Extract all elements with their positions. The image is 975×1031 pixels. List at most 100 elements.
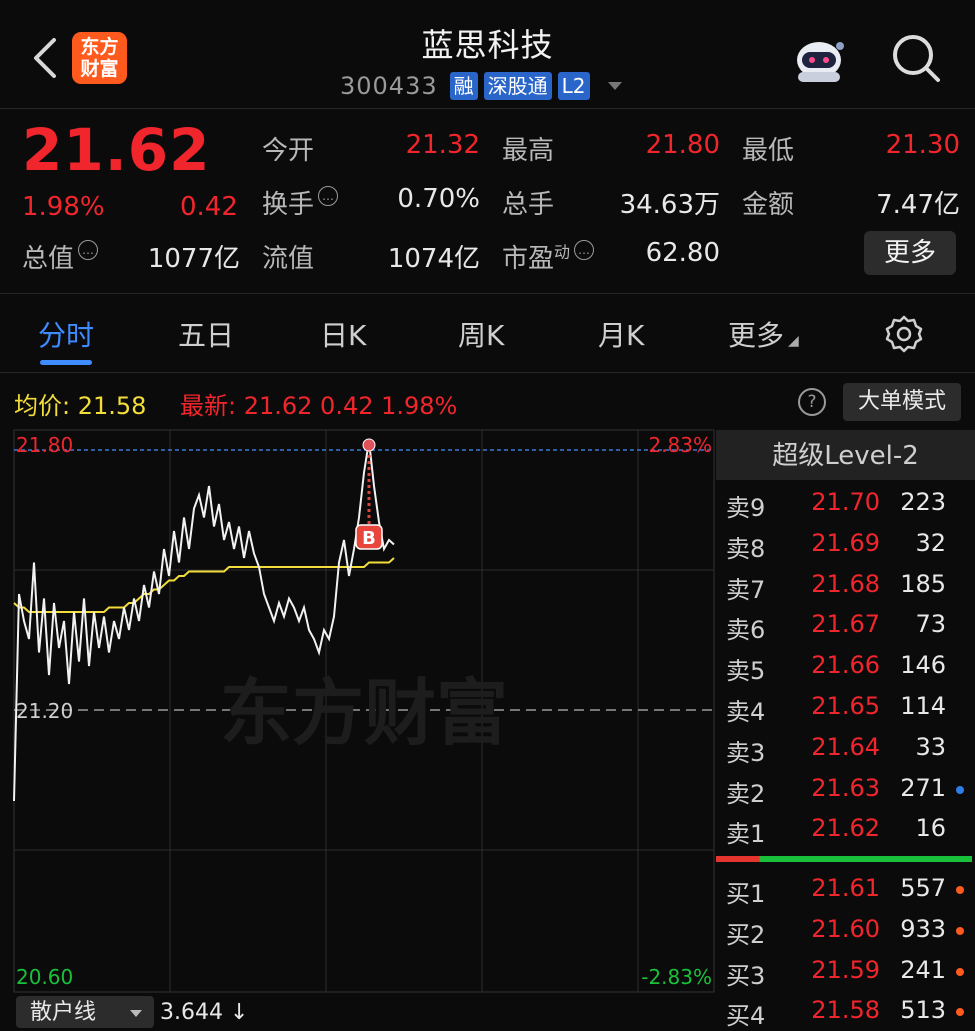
big-order-dot [956, 785, 964, 794]
turnover-label[interactable]: 换手… [262, 184, 339, 221]
ask-volume: 223 [900, 488, 946, 516]
ask-price: 21.62 [811, 814, 880, 843]
float-cap-label: 流值 [262, 244, 315, 274]
tab-monthly-k[interactable]: 月K [598, 314, 644, 354]
bid-level: 买4 [726, 1002, 766, 1031]
order-book-title[interactable]: 超级Level-2 [716, 430, 975, 480]
ask-row[interactable]: 卖6 21.67 73 [716, 604, 975, 644]
market-cap-label-text: 总值 [22, 244, 75, 274]
info-icon[interactable]: … [574, 240, 595, 260]
open-value: 21.32 [405, 130, 480, 160]
tag-stock-connect: 深股通 [483, 72, 552, 100]
amount-label: 金额 [742, 190, 795, 220]
tab-daily-k[interactable]: 日K [320, 314, 366, 354]
pe-value: 62.80 [645, 238, 720, 268]
ask-price: 21.68 [811, 569, 880, 598]
tab-weekly-k[interactable]: 周K [458, 314, 504, 354]
turnover-label-text: 换手 [262, 190, 315, 220]
buy-marker[interactable]: B [355, 524, 383, 550]
ask-level: 卖1 [726, 820, 766, 849]
low-label: 最低 [742, 136, 795, 166]
pct-label-top: 2.83% [648, 433, 712, 457]
ask-row[interactable]: 卖8 21.69 32 [716, 523, 975, 563]
ask-row[interactable]: 卖1 21.62 16 [716, 808, 975, 848]
buy-marker-label: B [362, 528, 376, 549]
big-order-dot [956, 967, 964, 976]
info-icon[interactable]: … [318, 186, 339, 206]
pe-label[interactable]: 市盈动… [502, 238, 595, 275]
chevron-down-icon[interactable] [130, 1010, 142, 1017]
help-icon[interactable]: ? [798, 388, 826, 416]
info-icon[interactable]: … [78, 240, 99, 260]
ask-level: 卖8 [726, 534, 766, 563]
ask-volume: 73 [915, 610, 946, 639]
tag-margin: 融 [449, 72, 478, 100]
bid-row[interactable]: 买3 21.59 241 [716, 950, 975, 990]
robot-assistant-icon[interactable] [790, 36, 848, 86]
change-amount: 0.42 [180, 192, 238, 222]
pct-label-bottom: -2.83% [641, 965, 712, 989]
watermark: 东方财富 [220, 671, 508, 755]
bid-row[interactable]: 买2 21.60 933 [716, 909, 975, 949]
ask-price: 21.70 [811, 488, 880, 516]
tab-more[interactable]: 更多 ◢ [728, 314, 799, 354]
ask-row[interactable]: 卖3 21.64 33 [716, 727, 975, 767]
ask-level: 卖9 [726, 494, 766, 522]
ask-volume: 114 [900, 692, 946, 720]
market-cap-label[interactable]: 总值… [22, 238, 99, 275]
ask-row[interactable]: 卖7 21.68 185 [716, 564, 975, 604]
ask-level: 卖3 [726, 738, 766, 767]
ask-volume: 271 [900, 773, 946, 802]
turnover-value: 0.70% [397, 184, 480, 214]
buy-sell-ratio-bar [716, 856, 972, 862]
last-price: 21.62 [22, 116, 211, 184]
pe-dynamic-sup: 动 [554, 242, 571, 262]
y-label-mid: 21.20 [16, 699, 73, 723]
big-order-dot [956, 1008, 964, 1017]
ask-price: 21.63 [811, 773, 880, 802]
float-cap-value: 1074亿 [387, 244, 480, 274]
bid-level: 买3 [726, 961, 766, 990]
bid-price: 21.60 [811, 914, 880, 943]
y-label-top: 21.80 [16, 433, 73, 457]
high-value: 21.80 [645, 130, 720, 160]
ask-row[interactable]: 卖5 21.66 146 [716, 645, 975, 685]
latest-price-text: 最新: 21.62 0.42 1.98% [180, 392, 458, 420]
tab-intraday[interactable]: 分时 [38, 314, 94, 354]
bid-price: 21.58 [811, 996, 880, 1025]
ask-volume: 33 [915, 732, 946, 761]
gear-icon[interactable] [884, 314, 924, 354]
bid-volume: 557 [900, 874, 946, 902]
ask-row[interactable]: 卖4 21.65 114 [716, 686, 975, 726]
stock-subtitle[interactable]: 300433 融 深股通 L2 [340, 70, 622, 102]
search-icon[interactable] [890, 32, 942, 84]
big-order-dot [956, 886, 964, 894]
chevron-down-icon[interactable] [607, 82, 622, 90]
ask-level: 卖7 [726, 575, 766, 604]
tab-five-day[interactable]: 五日 [178, 314, 234, 354]
ask-row[interactable]: 卖2 21.63 271 [716, 768, 975, 808]
bid-row[interactable]: 买1 21.61 557 [716, 868, 975, 908]
bid-price: 21.59 [811, 955, 880, 984]
ask-level: 卖5 [726, 657, 766, 686]
big-order-mode-button[interactable]: 大单模式 [843, 383, 961, 421]
average-price-text: 均价: 21.58 [14, 392, 147, 420]
tag-level2: L2 [557, 72, 590, 100]
ask-price: 21.67 [811, 610, 880, 639]
amount-value: 7.47亿 [876, 190, 960, 220]
intraday-chart[interactable]: 东方财富 21.80 2.83% 21.20 20.60 -2.83% B [0, 428, 716, 996]
y-label-bottom: 20.60 [16, 965, 73, 989]
tab-active-indicator [40, 360, 92, 365]
bid-row[interactable]: 买4 21.58 513 [716, 990, 975, 1030]
more-quote-button[interactable]: 更多 [864, 231, 956, 275]
bid-level: 买2 [726, 920, 766, 949]
ask-price: 21.64 [811, 732, 880, 761]
bid-volume: 241 [900, 955, 946, 984]
pe-label-text: 市盈 [502, 244, 555, 274]
bid-volume: 933 [900, 914, 946, 943]
high-label: 最高 [502, 136, 555, 166]
retail-line-value: 3.644 ↓ [160, 1000, 249, 1025]
sell-ratio-segment [759, 856, 972, 862]
peak-dot [362, 438, 376, 452]
ask-row[interactable]: 卖9 21.70 223 [716, 482, 975, 522]
